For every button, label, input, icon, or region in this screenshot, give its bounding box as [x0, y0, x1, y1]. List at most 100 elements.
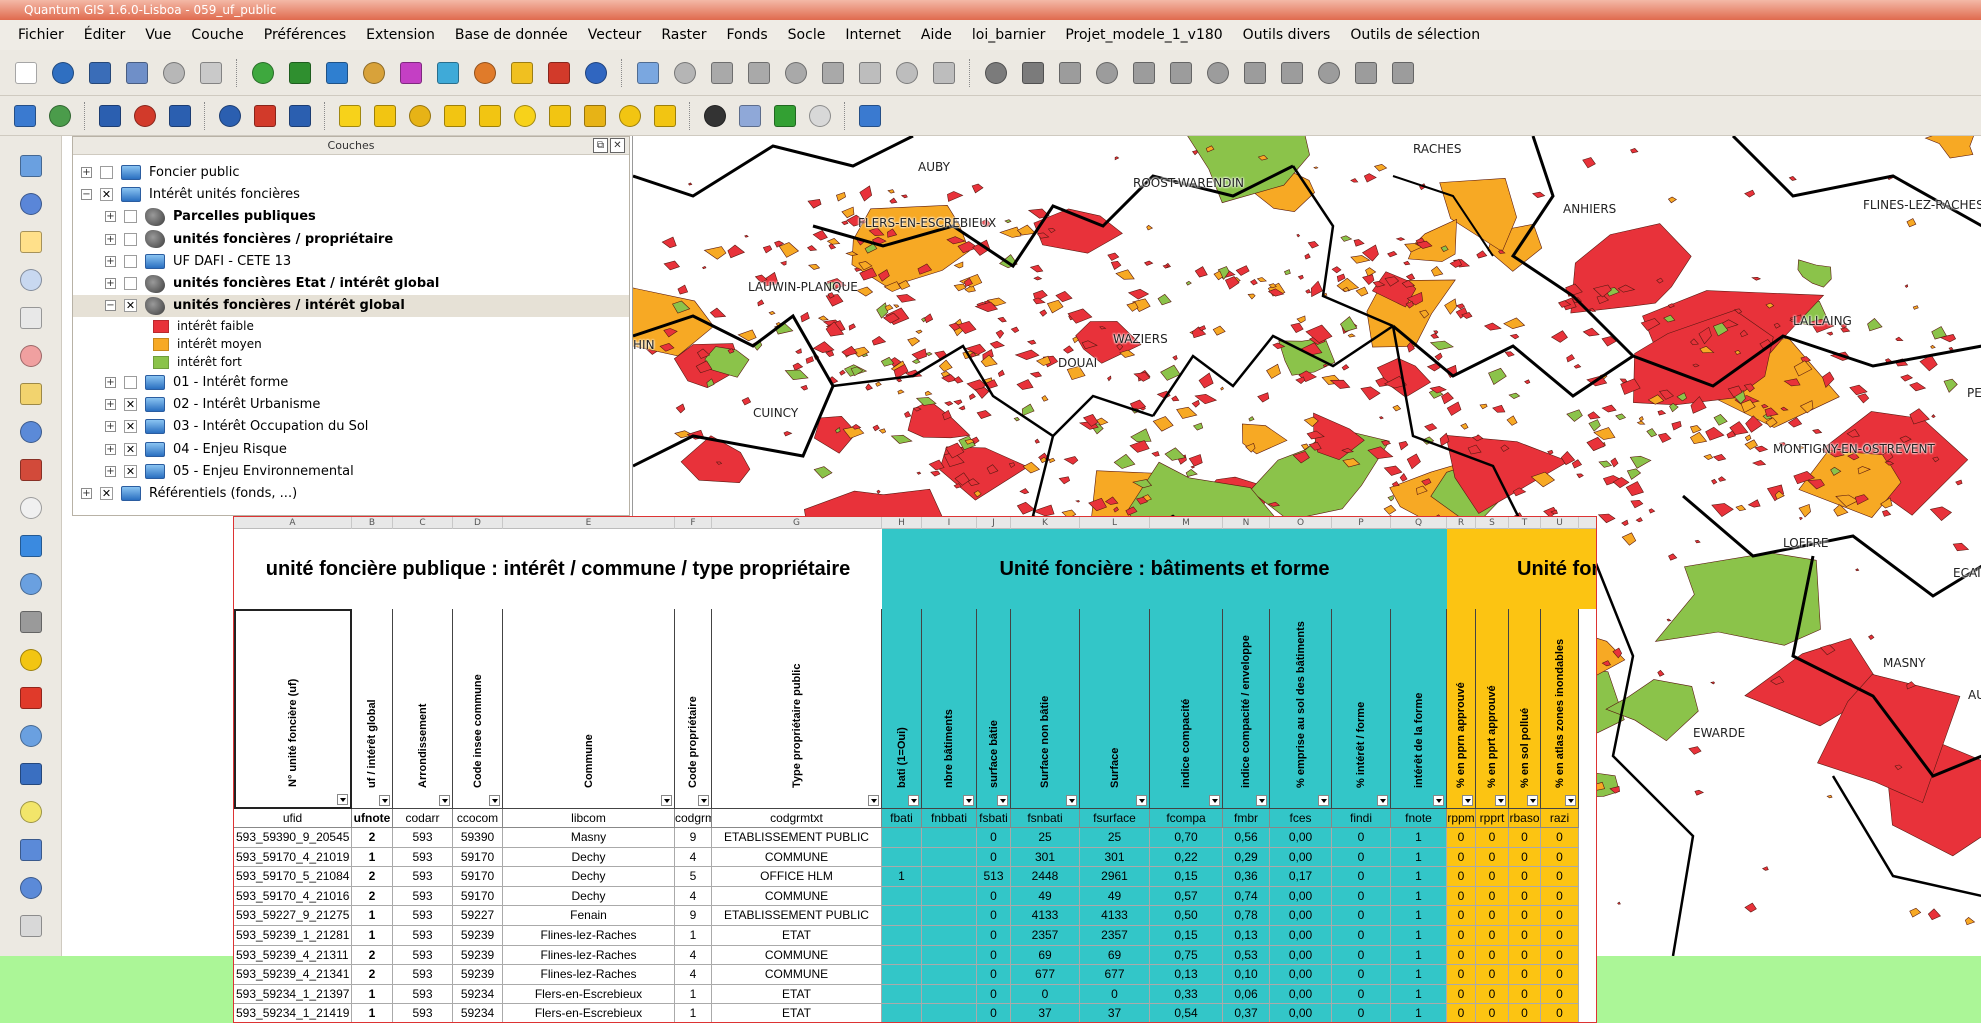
column-letter[interactable]: O: [1270, 517, 1332, 529]
table-cell[interactable]: 1: [1391, 926, 1447, 946]
table-cell[interactable]: 0: [1541, 984, 1579, 1005]
polygon-select-2-button[interactable]: [650, 101, 680, 131]
table-cell[interactable]: 593_59239_4_21341: [234, 965, 352, 985]
layer-item[interactable]: + UF DAFI - CETE 13: [73, 250, 629, 272]
table-cell[interactable]: 59234: [453, 1004, 503, 1022]
pencil-button[interactable]: [632, 57, 664, 89]
column-letter[interactable]: B: [352, 517, 393, 529]
float-panel-button[interactable]: ⧉: [593, 138, 608, 153]
table-cell[interactable]: 4133: [1080, 906, 1150, 926]
identify-button[interactable]: [13, 568, 49, 600]
new-project-button[interactable]: [10, 57, 42, 89]
table-row[interactable]: 593_59170_4_21016 2 593 59170 Dechy 4 COMMUNE 0…: [234, 886, 1596, 907]
table-cell[interactable]: 0: [1447, 1004, 1476, 1022]
expand-toggle-icon[interactable]: +: [81, 488, 92, 500]
table-cell[interactable]: 0: [1509, 828, 1541, 848]
table-cell[interactable]: 0: [977, 886, 1011, 907]
table-cell[interactable]: 1: [882, 867, 922, 887]
column-header[interactable]: uf / intérêt global: [352, 609, 393, 809]
table-cell[interactable]: 0: [977, 906, 1011, 926]
offset-curve-button[interactable]: [1387, 57, 1419, 89]
select-remove-button[interactable]: [130, 101, 160, 131]
menu-item-15[interactable]: Outils divers: [1233, 27, 1341, 43]
expand-toggle-icon[interactable]: +: [105, 211, 116, 223]
delete-selected-button[interactable]: [817, 57, 849, 89]
layer-visibility-checkbox[interactable]: ✕: [100, 487, 113, 501]
table-cell[interactable]: 0: [1541, 847, 1579, 868]
table-cell[interactable]: 25: [1080, 828, 1150, 848]
add-part-button[interactable]: [1128, 57, 1160, 89]
expand-toggle-icon[interactable]: +: [105, 376, 116, 388]
table-cell[interactable]: 0,00: [1270, 828, 1332, 848]
menu-item-6[interactable]: Base de donnée: [445, 27, 578, 43]
table-cell[interactable]: Flines-lez-Raches: [503, 965, 675, 985]
table-cell[interactable]: 0: [1447, 945, 1476, 966]
table-cell[interactable]: 593: [393, 847, 453, 868]
layer-visibility-checkbox[interactable]: [124, 277, 137, 291]
table-cell[interactable]: 2448: [1011, 867, 1080, 887]
table-cell[interactable]: 1: [675, 984, 712, 1005]
table-cell[interactable]: 0: [977, 945, 1011, 966]
select-arrow-button[interactable]: [95, 101, 125, 131]
filter-dropdown-icon[interactable]: [1565, 795, 1576, 806]
add-wms-layer-button[interactable]: [395, 57, 427, 89]
table-cell[interactable]: 0: [1080, 984, 1150, 1005]
select-arrow-2-button[interactable]: [215, 101, 245, 131]
move-feature-button[interactable]: [743, 57, 775, 89]
table-cell[interactable]: Masny: [503, 828, 675, 848]
table-cell[interactable]: 59170: [453, 886, 503, 907]
column-letter[interactable]: P: [1332, 517, 1391, 529]
table-cell[interactable]: 4133: [1011, 906, 1080, 926]
close-panel-button[interactable]: ✕: [610, 138, 625, 153]
layer-item[interactable]: + Foncier public: [73, 161, 629, 183]
table-cell[interactable]: 593_59239_1_21281: [234, 926, 352, 946]
table-cell[interactable]: 59234: [453, 984, 503, 1005]
column-letter[interactable]: S: [1476, 517, 1509, 529]
layer-visibility-checkbox[interactable]: ✕: [124, 442, 137, 456]
layer-item[interactable]: + ✕ 05 - Enjeu Environnemental: [73, 460, 629, 482]
table-cell[interactable]: 37: [1080, 1004, 1150, 1022]
table-cell[interactable]: 1: [1391, 867, 1447, 887]
table-cell[interactable]: ETAT: [712, 926, 882, 946]
column-letter[interactable]: C: [393, 517, 453, 529]
table-cell[interactable]: OFFICE HLM: [712, 867, 882, 887]
table-cell[interactable]: 1: [1391, 945, 1447, 966]
freehand-yellow-2-button[interactable]: [580, 101, 610, 131]
delete-part-button[interactable]: [1202, 57, 1234, 89]
table-cell[interactable]: 0: [1541, 886, 1579, 907]
table-cell[interactable]: [922, 945, 977, 966]
column-header[interactable]: surface bâtie: [977, 609, 1011, 809]
table-cell[interactable]: 0: [1541, 1004, 1579, 1022]
add-ring-button[interactable]: [1091, 57, 1123, 89]
menu-item-3[interactable]: Couche: [181, 27, 253, 43]
column-letter[interactable]: M: [1150, 517, 1223, 529]
table-cell[interactable]: 0: [1509, 867, 1541, 887]
table-cell[interactable]: [882, 926, 922, 946]
filter-dropdown-icon[interactable]: [1433, 795, 1444, 806]
table-cell[interactable]: 0: [1509, 1004, 1541, 1022]
column-letter[interactable]: T: [1509, 517, 1541, 529]
filter-dropdown-icon[interactable]: [1136, 795, 1147, 806]
table-cell[interactable]: 0: [977, 1004, 1011, 1022]
table-cell[interactable]: 593: [393, 906, 453, 926]
layer-visibility-checkbox[interactable]: [100, 165, 113, 179]
save-project-button[interactable]: [84, 57, 116, 89]
table-row[interactable]: 593_59234_1_21419 1 593 59234 Flers-en-Escre…: [234, 1004, 1596, 1022]
table-cell[interactable]: 0,78: [1223, 906, 1270, 926]
print-composer-button[interactable]: [158, 57, 190, 89]
table-cell[interactable]: 1: [352, 1004, 393, 1022]
table-cell[interactable]: 49: [1011, 886, 1080, 907]
table-cell[interactable]: 0: [1476, 945, 1509, 966]
menu-item-1[interactable]: Éditer: [74, 27, 135, 43]
table-cell[interactable]: 593: [393, 1004, 453, 1022]
layer-item[interactable]: + unités foncières Etat / intérêt global: [73, 272, 629, 294]
pan-to-selection-button[interactable]: [13, 188, 49, 220]
table-cell[interactable]: 0: [1541, 965, 1579, 985]
menu-item-7[interactable]: Vecteur: [578, 27, 652, 43]
table-cell[interactable]: [922, 847, 977, 868]
print-button[interactable]: [195, 57, 227, 89]
table-cell[interactable]: 1: [352, 847, 393, 868]
table-cell[interactable]: 0: [1541, 926, 1579, 946]
help-tool-button[interactable]: [855, 101, 885, 131]
column-letter[interactable]: J: [977, 517, 1011, 529]
